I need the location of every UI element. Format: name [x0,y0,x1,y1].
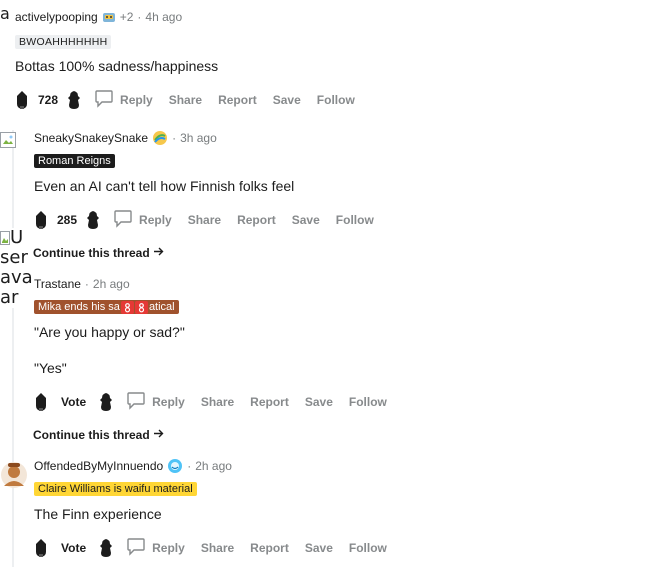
broken-image-icon [0,132,16,148]
thread-line[interactable] [12,294,14,434]
comment-body: Bottas 100% sadness/happiness [15,58,219,74]
downvote-icon[interactable] [85,210,101,230]
downvote-icon[interactable] [98,392,114,412]
flair-part: Mika ends his sa [38,301,120,313]
flair-text: Mika ends his sa atical [34,300,179,314]
flair-text: Roman Reigns [34,154,115,168]
timestamp[interactable]: 3h ago [180,131,217,145]
avatar[interactable] [0,460,28,495]
report-button[interactable]: Report [250,395,289,409]
follow-button[interactable]: Follow [349,395,387,409]
comment-bubble-icon [113,208,133,231]
reply-label: Reply [139,212,172,227]
reply-label: Reply [152,394,185,409]
flair-text: BWOAHHHHHHH [15,35,112,49]
comment-actions: 728 Reply Share Report Save Follow [14,88,371,111]
comment-body-line: "Yes" [34,360,67,376]
upvote-icon[interactable] [33,392,49,412]
upvote-icon[interactable] [14,90,30,110]
avatar-alt-text: ser [0,247,28,268]
avatar-alt-text: ar [0,287,19,308]
comment-bubble-icon [126,390,146,413]
separator: · [172,131,177,145]
share-button[interactable]: Share [201,395,234,409]
reply-label: Reply [152,540,185,555]
save-button[interactable]: Save [305,395,333,409]
avatar[interactable] [0,132,16,153]
emoji-icon [120,300,134,314]
reply-button[interactable]: Reply [94,88,153,111]
report-button[interactable]: Report [218,93,257,107]
flair-text: Claire Williams is waifu material [34,482,197,496]
arrow-right-icon [153,246,164,260]
timestamp[interactable]: 2h ago [93,277,130,291]
avatar-alt-text: ava [0,267,33,288]
comment-bubble-icon [126,536,146,559]
comment-body: Even an AI can't tell how Finnish folks … [34,178,295,194]
broken-image-icon [0,231,10,245]
username[interactable]: OffendedByMyInnuendo [34,459,163,473]
downvote-icon[interactable] [66,90,82,110]
arrow-right-icon [153,428,164,442]
share-button[interactable]: Share [201,541,234,555]
continue-thread-label: Continue this thread [33,246,150,260]
save-button[interactable]: Save [273,93,301,107]
continue-thread-link[interactable]: Continue this thread [33,428,164,442]
reply-label: Reply [120,92,153,107]
user-flair: Claire Williams is waifu material [34,479,197,497]
report-button[interactable]: Report [250,541,289,555]
follow-button[interactable]: Follow [336,213,374,227]
username[interactable]: Trastane [34,277,81,291]
separator: · [187,459,192,473]
comment-bubble-icon [94,88,114,111]
timestamp[interactable]: 2h ago [195,459,232,473]
follow-button[interactable]: Follow [317,93,355,107]
award-icon[interactable] [167,458,183,474]
avatar-alt-text: U [10,227,24,248]
share-button[interactable]: Share [188,213,221,227]
user-flair: Mika ends his sa atical [34,297,179,315]
comment-body: The Finn experience [34,506,162,522]
reply-button[interactable]: Reply [126,536,185,559]
avatar[interactable]: a [0,4,10,24]
user-flair: Roman Reigns [34,151,115,169]
comment-body-line: "Are you happy or sad?" [34,324,185,340]
username[interactable]: activelypooping [15,10,98,24]
separator: · [84,277,89,291]
reply-button[interactable]: Reply [126,390,185,413]
comment-meta: SneakySnakeySnake · 3h ago [34,130,217,146]
upvote-icon[interactable] [33,538,49,558]
avatar-alt-text: a [0,4,10,23]
comment-meta: OffendedByMyInnuendo · 2h ago [34,458,232,474]
vote-score: 728 [38,92,59,107]
comment-meta: activelypooping +2 · 4h ago [15,10,182,24]
upvote-icon[interactable] [33,210,49,230]
username[interactable]: SneakySnakeySnake [34,131,148,145]
award-icon[interactable] [152,130,168,146]
award-icon[interactable] [102,10,116,24]
reply-button[interactable]: Reply [113,208,172,231]
user-flair: BWOAHHHHHHH [15,32,112,50]
comment-actions: Vote Reply Share Report Save Follow [33,536,403,559]
emoji-icon [134,300,148,314]
comment-actions: 285 Reply Share Report Save Follow [33,208,390,231]
award-count[interactable]: +2 [120,10,134,24]
timestamp[interactable]: 4h ago [145,10,182,24]
continue-thread-link[interactable]: Continue this thread [33,246,164,260]
report-button[interactable]: Report [237,213,276,227]
save-button[interactable]: Save [305,541,333,555]
share-button[interactable]: Share [169,93,202,107]
comment-meta: Trastane · 2h ago [34,277,130,291]
follow-button[interactable]: Follow [349,541,387,555]
downvote-icon[interactable] [98,538,114,558]
continue-thread-label: Continue this thread [33,428,150,442]
separator: · [137,10,142,24]
vote-score: 285 [57,212,78,227]
vote-label: Vote [61,540,87,555]
avatar[interactable]: U ser ava ar [0,228,33,308]
save-button[interactable]: Save [292,213,320,227]
comment-actions: Vote Reply Share Report Save Follow [33,390,403,413]
flair-part: atical [148,301,175,313]
vote-label: Vote [61,394,87,409]
